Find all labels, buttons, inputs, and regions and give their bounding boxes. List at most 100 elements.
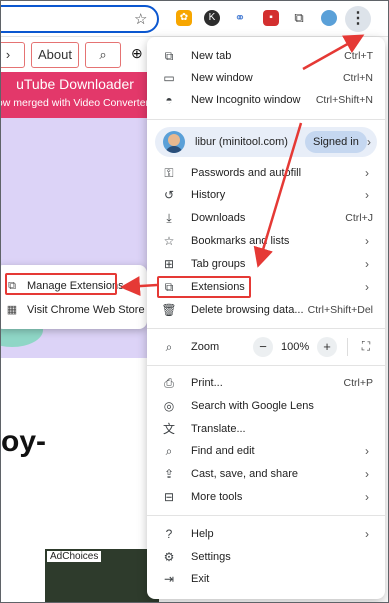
menu-shortcut: Ctrl+P [343, 377, 373, 389]
menu-label: New window [191, 72, 253, 84]
zoom-in-button[interactable]: + [317, 337, 337, 357]
adchoices-label[interactable]: AdChoices [47, 551, 102, 562]
menu-divider [147, 515, 385, 516]
tab-groups-icon: ⊞ [163, 257, 175, 271]
bookmark-star-icon[interactable]: ☆ [134, 10, 147, 28]
zoom-out-button[interactable]: − [253, 337, 273, 357]
page-heading: oy- [1, 425, 46, 458]
profile-avatar-icon[interactable] [321, 10, 337, 26]
menu-label: Cast, save, and share [191, 468, 299, 480]
zoom-level: 100% [281, 341, 310, 353]
language-globe-icon[interactable]: ⊕ [131, 45, 143, 62]
extensions-puzzle-icon[interactable]: ⧉ [291, 10, 307, 26]
menu-shortcut: Ctrl+Shift+N [315, 94, 373, 106]
promo-banner[interactable]: uTube Downloader ow merged with Video Co… [1, 72, 161, 118]
menu-label: Translate... [191, 423, 246, 435]
menu-label: Downloads [191, 212, 246, 224]
menu-shortcut: Ctrl+Shift+Del [307, 304, 373, 316]
menu-label: Passwords and autofill [191, 167, 302, 179]
extension-red-icon[interactable]: ▪ [263, 10, 279, 26]
extension-flower-icon[interactable]: ✿ [176, 10, 192, 26]
menu-label: Tab groups [191, 258, 246, 270]
fullscreen-icon[interactable]: ⛶ [359, 339, 373, 353]
browser-toolbar: ☆ ✿ K ⚭ ▪ ⧉ ⋮ [1, 1, 388, 37]
zoom-divider [347, 338, 348, 356]
menu-translate[interactable]: 文 Translate... [147, 418, 385, 440]
chevron-right-icon: › [365, 166, 369, 180]
menu-bookmarks[interactable]: ☆ Bookmarks and lists › [147, 230, 385, 252]
new-window-icon: ▭ [163, 71, 175, 85]
menu-divider [147, 119, 385, 120]
incognito-icon: ◓ [165, 93, 173, 107]
menu-label: Search with Google Lens [191, 400, 314, 412]
extension-link-icon[interactable]: ⚭ [232, 10, 248, 26]
menu-label: History [191, 189, 226, 201]
printer-icon: ⎙ [164, 376, 174, 390]
menu-passwords[interactable]: ⚿ Passwords and autofill › [147, 162, 385, 184]
share-icon: ⇪ [163, 467, 175, 481]
ad-banner[interactable]: AdChoices [45, 549, 159, 602]
menu-label: Help [191, 528, 214, 540]
menu-downloads[interactable]: ⤓ Downloads Ctrl+J [147, 207, 385, 229]
chrome-web-store-item[interactable]: ▦ Visit Chrome Web Store [1, 299, 147, 321]
key-icon: ⚿ [164, 166, 174, 180]
store-icon: ▦ [6, 304, 18, 316]
chrome-menu-button[interactable]: ⋮ [345, 6, 371, 32]
menu-shortcut: Ctrl+J [345, 212, 373, 224]
download-icon: ⤓ [166, 211, 172, 225]
chrome-main-menu: ⧉ New tab Ctrl+T ▭ New window Ctrl+N ◓ N… [147, 37, 385, 599]
menu-label: More tools [191, 491, 243, 503]
manage-extensions-highlight [5, 273, 117, 295]
menu-new-window[interactable]: ▭ New window Ctrl+N [147, 67, 385, 89]
menu-tab-groups[interactable]: ⊞ Tab groups › [147, 253, 385, 275]
menu-history[interactable]: ↺ History › [147, 184, 385, 206]
signed-in-badge: Signed in [305, 131, 367, 153]
menu-exit[interactable]: ⇥ Exit [147, 568, 385, 590]
chevron-right-icon: › [365, 444, 369, 458]
banner-title: uTube Downloader [16, 76, 134, 92]
menu-shortcut: Ctrl+N [342, 72, 373, 84]
menu-more-tools[interactable]: ⊟ More tools › [147, 486, 385, 508]
chevron-right-icon: › [365, 257, 369, 271]
profile-row[interactable]: libur (minitool.com) Signed in › [155, 127, 377, 157]
browser-window: ☆ ✿ K ⚭ ▪ ⧉ ⋮ › About ⌕ ⊕ uTube Download… [0, 0, 389, 603]
chevron-right-icon: › [365, 467, 369, 481]
extensions-highlight [157, 276, 251, 298]
chevron-right-icon: › [365, 490, 369, 504]
menu-settings[interactable]: ⚙ Settings [147, 546, 385, 568]
translate-icon: 文 [162, 422, 175, 436]
menu-label: Exit [191, 573, 210, 585]
nav-dropdown-button[interactable]: › [1, 42, 25, 68]
toolbox-icon: ⊟ [163, 490, 175, 504]
profile-avatar [163, 131, 185, 153]
help-icon: ? [165, 527, 173, 541]
menu-help[interactable]: ? Help › [147, 523, 385, 545]
new-tab-icon: ⧉ [164, 49, 174, 63]
gear-icon: ⚙ [163, 550, 175, 564]
menu-label: Bookmarks and lists [191, 235, 290, 247]
lens-icon: ◎ [163, 399, 175, 413]
find-icon: ⌕ [165, 444, 173, 458]
menu-label: New Incognito window [191, 94, 301, 106]
menu-delete-browsing-data[interactable]: 🗑 Delete browsing data... Ctrl+Shift+Del [147, 299, 385, 321]
menu-find-edit[interactable]: ⌕ Find and edit › [147, 440, 385, 462]
menu-print[interactable]: ⎙ Print... Ctrl+P [147, 372, 385, 394]
menu-label: Settings [191, 551, 231, 563]
menu-cast-save-share[interactable]: ⇪ Cast, save, and share › [147, 463, 385, 485]
chevron-right-icon: › [365, 234, 369, 248]
menu-google-lens[interactable]: ◎ Search with Google Lens [147, 395, 385, 417]
chevron-right-icon: › [365, 527, 369, 541]
menu-label: Delete browsing data... [191, 304, 304, 316]
extension-k-icon[interactable]: K [204, 10, 220, 26]
menu-shortcut: Ctrl+T [344, 50, 373, 62]
nav-about-link[interactable]: About [31, 42, 79, 68]
trash-icon: 🗑 [161, 303, 177, 317]
menu-label: Find and edit [191, 445, 255, 457]
site-nav: › About ⌕ ⊕ [1, 42, 161, 68]
menu-new-tab[interactable]: ⧉ New tab Ctrl+T [147, 45, 385, 67]
menu-label: Zoom [191, 341, 220, 353]
chrome-web-store-label: Visit Chrome Web Store [27, 304, 145, 316]
zoom-icon: ⌕ [165, 340, 173, 354]
nav-search-icon[interactable]: ⌕ [85, 42, 121, 68]
menu-new-incognito[interactable]: ◓ New Incognito window Ctrl+Shift+N [147, 89, 385, 111]
